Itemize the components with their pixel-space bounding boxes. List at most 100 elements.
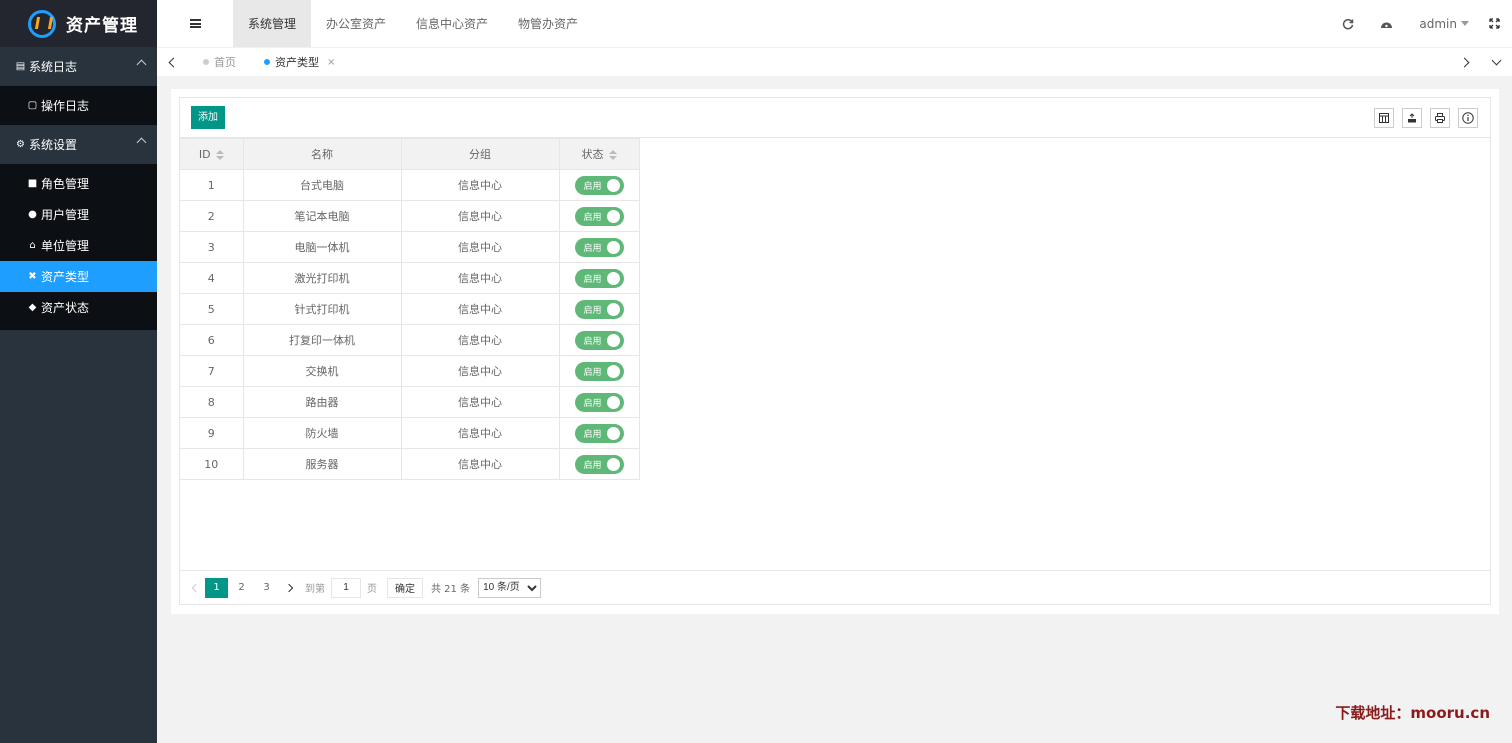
chevron-down-icon (1491, 55, 1501, 65)
fullscreen-button[interactable] (1479, 0, 1512, 47)
top-tab-property-assets[interactable]: 物管办资产 (503, 0, 593, 47)
top-tab-system-management[interactable]: 系统管理 (233, 0, 312, 47)
status-toggle-label: 启用 (583, 243, 602, 254)
table-row: 6 打复印一体机 信息中心 启用 (180, 324, 640, 356)
cell-name: 路由器 (242, 386, 402, 418)
page-tab-home[interactable]: 首页 (189, 48, 250, 77)
status-toggle[interactable]: 启用 (574, 423, 624, 443)
cell-id: 8 (180, 386, 244, 418)
columns-filter-button[interactable] (1374, 108, 1394, 128)
close-icon[interactable]: × (327, 57, 335, 68)
table-row: 8 路由器 信息中心 启用 (180, 386, 640, 418)
sidebar-group-system-log[interactable]: ▤ 系统日志 (0, 47, 157, 86)
info-icon (1462, 112, 1474, 124)
menu-toggle-button[interactable] (157, 0, 233, 47)
sidebar-item-user-management[interactable]: ● 用户管理 (0, 199, 157, 230)
tab-dot (264, 59, 270, 65)
columns-icon (1379, 113, 1389, 123)
user-icon: ● (28, 209, 37, 220)
cell-status: 启用 (558, 448, 640, 480)
status-toggle[interactable]: 启用 (574, 392, 624, 412)
goto-confirm-button[interactable]: 确定 (387, 577, 423, 598)
header-actions: admin (1332, 0, 1512, 47)
column-header-id[interactable]: ID (180, 138, 244, 170)
sidebar-item-asset-status[interactable]: ◆ 资产状态 (0, 292, 157, 323)
bank-icon: ⌂ (29, 240, 36, 251)
cell-group: 信息中心 (400, 448, 560, 480)
toggle-knob (606, 240, 620, 254)
add-button[interactable]: 添加 (191, 106, 225, 129)
prev-page-button[interactable] (188, 578, 204, 598)
cell-group: 信息中心 (400, 231, 560, 263)
status-toggle-label: 启用 (583, 305, 602, 316)
main-content: 添加 ID 名称 分组 状态 1 台式电脑 信息中心 启用 2 笔记本电脑 信息… (171, 89, 1499, 614)
status-toggle[interactable]: 启用 (574, 175, 624, 195)
sidebar-item-label: 用户管理 (41, 208, 90, 222)
status-toggle-label: 启用 (583, 367, 602, 378)
total-count: 共 21 条 (431, 584, 471, 595)
page-1-button[interactable]: 1 (205, 577, 228, 598)
refresh-button[interactable] (1332, 0, 1364, 47)
sidebar-item-unit-management[interactable]: ⌂ 单位管理 (0, 230, 157, 261)
export-button[interactable] (1402, 108, 1422, 128)
cell-id: 10 (180, 448, 244, 480)
top-tab-info-center-assets[interactable]: 信息中心资产 (401, 0, 503, 47)
tabs-scroll-left-button[interactable] (157, 48, 189, 77)
table-row: 1 台式电脑 信息中心 启用 (180, 169, 640, 201)
table-row: 2 笔记本电脑 信息中心 启用 (180, 200, 640, 232)
chevron-left-icon (191, 583, 201, 592)
toggle-knob (606, 209, 620, 223)
status-toggle-label: 启用 (583, 181, 602, 192)
logo: 资产管理 (0, 0, 157, 47)
tabs-menu-button[interactable] (1480, 48, 1512, 77)
page-size-select[interactable]: 10 条/页 (478, 577, 542, 598)
status-toggle-label: 启用 (583, 429, 602, 440)
status-toggle[interactable]: 启用 (574, 299, 624, 319)
goto-label: 到第 (305, 584, 325, 595)
next-page-button[interactable] (279, 578, 299, 598)
cell-status: 启用 (558, 200, 640, 232)
page-unit-label: 页 (367, 584, 377, 595)
goto-page-input[interactable] (331, 577, 361, 598)
info-button[interactable] (1458, 108, 1478, 128)
status-toggle[interactable]: 启用 (574, 237, 624, 257)
sidebar-submenu-system-log: ▢ 操作日志 (0, 86, 157, 125)
print-button[interactable] (1430, 108, 1450, 128)
fullscreen-icon (1489, 18, 1500, 29)
dashboard-icon (1381, 22, 1393, 28)
logo-icon (28, 9, 56, 38)
status-toggle[interactable]: 启用 (574, 454, 624, 474)
cell-name: 打复印一体机 (242, 324, 402, 356)
theme-button[interactable] (1364, 0, 1409, 47)
tabs-scroll-right-button[interactable] (1448, 48, 1480, 77)
cell-group: 信息中心 (400, 355, 560, 387)
cell-group: 信息中心 (400, 200, 560, 232)
page-tab-asset-type[interactable]: 资产类型 × (250, 48, 349, 77)
sidebar-group-system-settings[interactable]: ⚙ 系统设置 (0, 125, 157, 164)
cell-status: 启用 (558, 386, 640, 418)
top-tab-office-assets[interactable]: 办公室资产 (311, 0, 401, 47)
cell-name: 笔记本电脑 (242, 200, 402, 232)
column-header-status[interactable]: 状态 (558, 138, 640, 170)
cell-group: 信息中心 (400, 169, 560, 201)
status-toggle[interactable]: 启用 (574, 206, 624, 226)
sidebar-item-operation-log[interactable]: ▢ 操作日志 (0, 86, 157, 125)
toggle-knob (606, 333, 620, 347)
page-2-button[interactable]: 2 (230, 578, 253, 598)
sidebar-item-role-management[interactable]: ■ 角色管理 (0, 168, 157, 199)
top-header: 系统管理 办公室资产 信息中心资产 物管办资产 admin (157, 0, 1512, 47)
sort-icon (215, 149, 224, 160)
chevron-up-icon (136, 59, 147, 70)
user-menu[interactable]: admin (1409, 0, 1479, 47)
status-toggle[interactable]: 启用 (574, 268, 624, 288)
page-3-button[interactable]: 3 (255, 578, 278, 598)
sidebar-item-label: 单位管理 (41, 239, 90, 253)
asset-type-icon: ✖ (28, 271, 37, 282)
cell-name: 激光打印机 (242, 262, 402, 294)
status-toggle[interactable]: 启用 (574, 361, 624, 381)
cell-group: 信息中心 (400, 262, 560, 294)
cell-id: 1 (180, 169, 244, 201)
sidebar-item-asset-type[interactable]: ✖ 资产类型 (0, 261, 157, 292)
cell-group: 信息中心 (400, 324, 560, 356)
status-toggle[interactable]: 启用 (574, 330, 624, 350)
